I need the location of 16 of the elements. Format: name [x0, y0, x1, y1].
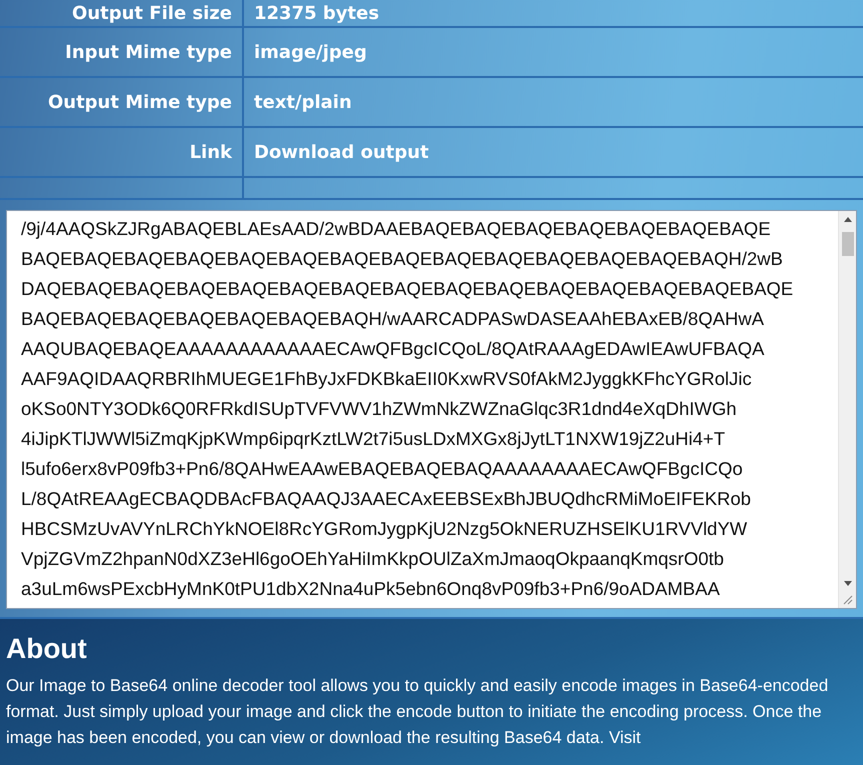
scrollbar-thumb[interactable]: [842, 232, 854, 256]
row-label: Input Mime type: [65, 42, 232, 62]
about-heading: About: [6, 633, 88, 665]
resize-grip-icon[interactable]: [842, 595, 852, 605]
output-text-area[interactable]: /9j/4AAQSkZJRgABAQEBLAEsAAD/2wBDAAEBAQEBAQEBAQEBAQEBAQEBAQEBAQE BAQEBAQEBAQEBAQEBAQEBAQEBAQEBAQEBAQEBAQEBAQEBAQEBAQEBAQH/2wB DAQEBAQEBAQEBAQEBAQEBAQEBAQEBAQEBAQEBAQEBAQEBAQEBAQEBAQEBAQE BAQEBAQEBAQEBAQEBAQEBAQEBAQH/wAARCADPASwDASEAAhEBAxEB/8QAHwA AAQUBAQEBAQEAAAAAAAAAAAAECAwQFBgcICQoL/8QAtRAAAgEDAwIEAwUFBAQA AAF9AQIDAAQRBRIhMUEGE1FhByJxFDKBkaEII0KxwRVS0fAkM2JyggkKFhcYGRolJic oKSo0NTY3ODk6Q0RFRkdISUpTVFVWV1hZWmNkZWZnaGlqc3R1dnd4eXqDhIWGh 4iJipKTlJWWl5iZmqKjpKWmp6ipqrKztLW2t7i5usLDxMXGx8jJytLT1NXW19jZ2uHi4+T l5ufo6erx8vP09fb3+Pn6/8QAHwEAAwEBAQEBAQEBAQAAAAAAAAECAwQFBgcICQo L/8QAtREAAgECBAQDBAcFBAQAAQJ3AAECAxEEBSExBhJBUQdhcRMiMoEIFEKRob HBCSMzUvAVYnLRChYkNOEl8RcYGRomJygpKjU2Nzg5OkNERUZHSElKU1RVVldYW VpjZGVmZ2hpanN0dXZ3eHl6goOEhYaHiImKkpOUlZaXmJmaoqOkpaanqKmqsrO0tb a3uLm6wsPExcbHyMnK0tPU1dbX2Nna4uPk5ebn6Onq8vP09fb3+Pn6/9oADAMBAA: [6, 210, 857, 609]
row-label: Output File size: [72, 3, 232, 24]
about-paragraph: Our Image to Base64 online decoder tool allows you to quickly and easily encode images in Base64-encoded format. Just simply upload your image and click the encode button to initiate the encoding process. Once the image has been encoded, you can view or download the resulting Base64 data. Visit: [6, 675, 830, 749]
row-value: 12375 bytes: [254, 3, 380, 24]
row-value: image/jpeg: [254, 42, 367, 62]
row-value: Download output: [254, 142, 429, 162]
row-label: Output Mime type: [48, 92, 232, 112]
scroll-down-icon[interactable]: [844, 581, 852, 586]
scrollbar[interactable]: [838, 211, 856, 608]
row-value: text/plain: [254, 92, 352, 112]
row-label: Link: [190, 142, 232, 162]
scroll-up-icon[interactable]: [844, 217, 852, 222]
